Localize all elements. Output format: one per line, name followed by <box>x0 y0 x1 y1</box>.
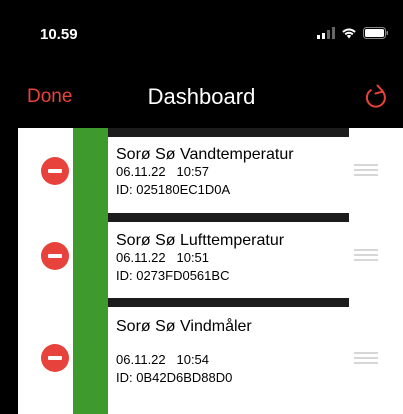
wifi-icon <box>341 27 357 39</box>
sensor-info: Sorø Sø Vindmåler 06.11.22 10:54 ID: 0B4… <box>116 318 252 385</box>
sensor-name: Sorø Sø Vandtemperatur <box>116 146 294 163</box>
list-item: Sorø Sø Lufttemperatur 06.11.22 10:51 ID… <box>18 213 403 302</box>
sensor-time: 10:54 <box>176 352 210 367</box>
refresh-icon <box>365 84 386 108</box>
sensor-id: ID: 025180EC1D0A <box>116 182 231 197</box>
delete-button[interactable] <box>41 242 69 270</box>
status-time: 10.59 <box>40 26 78 43</box>
reorder-handle[interactable] <box>354 352 378 364</box>
reorder-handle[interactable] <box>354 164 378 176</box>
sensor-date: 06.11.22 <box>116 352 166 367</box>
sensor-info: Sorø Sø Lufttemperatur 06.11.22 10:51 ID… <box>116 232 284 283</box>
list-item: Sorø Sø Vandtemperatur 06.11.22 10:57 ID… <box>18 128 403 217</box>
nav-bar: Done Dashboard <box>0 62 403 128</box>
status-bar: 10.59 <box>0 0 403 62</box>
delete-button[interactable] <box>41 344 69 372</box>
sensor-timestamp: 06.11.22 10:57 <box>116 164 294 179</box>
page-title: Dashboard <box>147 84 256 109</box>
sensor-color-bar <box>73 298 108 414</box>
row-separator <box>73 298 349 307</box>
sensor-name: Sorø Sø Vindmåler <box>116 318 252 335</box>
sensor-id: ID: 0273FD0561BC <box>116 268 230 283</box>
sensor-date: 06.11.22 <box>116 164 166 179</box>
sensor-time: 10:57 <box>176 164 210 179</box>
list-item: Sorø Sø Vindmåler 06.11.22 10:54 ID: 0B4… <box>18 298 403 414</box>
delete-button[interactable] <box>41 157 69 185</box>
sensor-date: 06.11.22 <box>116 250 166 265</box>
sensor-id: ID: 0B42D6BD88D0 <box>116 370 233 385</box>
sensor-timestamp: 06.11.22 10:54 <box>116 352 252 367</box>
sensor-info: Sorø Sø Vandtemperatur 06.11.22 10:57 ID… <box>116 146 294 197</box>
sensor-color-bar <box>73 128 108 217</box>
sensor-color-bar <box>73 213 108 302</box>
refresh-button[interactable] <box>363 81 389 111</box>
reorder-handle[interactable] <box>354 249 378 261</box>
signal-icon <box>317 27 335 39</box>
sensor-timestamp: 06.11.22 10:51 <box>116 250 284 265</box>
row-separator <box>73 128 349 137</box>
status-icons <box>317 26 389 40</box>
row-separator <box>73 213 349 222</box>
sensor-name: Sorø Sø Lufttemperatur <box>116 232 285 249</box>
sensor-time: 10:51 <box>176 250 210 265</box>
battery-icon <box>363 27 389 39</box>
sensor-list: Sorø Sø Vandtemperatur 06.11.22 10:57 ID… <box>18 128 403 414</box>
